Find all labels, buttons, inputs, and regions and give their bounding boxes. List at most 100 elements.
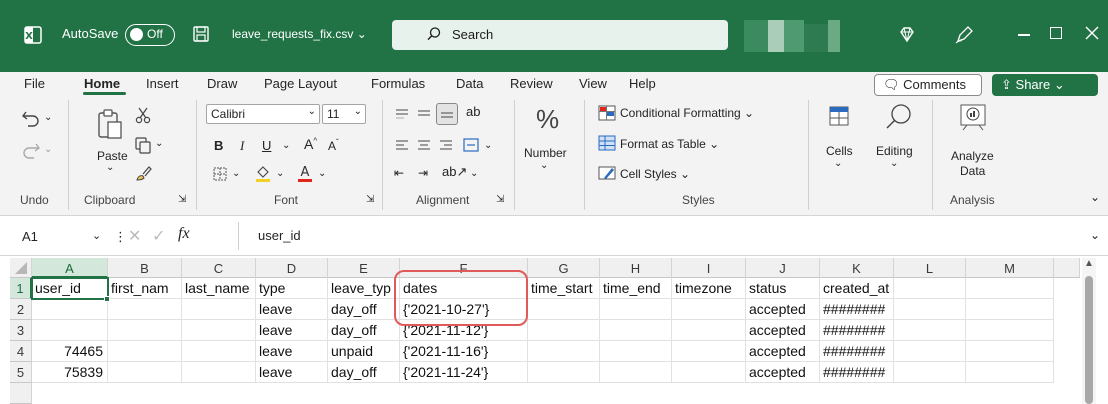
row-header[interactable]: 2 xyxy=(10,299,32,320)
tab-help[interactable]: Help xyxy=(629,76,656,91)
tab-data[interactable]: Data xyxy=(456,76,483,91)
table-cell[interactable]: type xyxy=(256,278,328,299)
align-right-icon[interactable] xyxy=(438,138,454,154)
table-cell[interactable] xyxy=(672,362,746,383)
table-cell[interactable]: 74465 xyxy=(32,341,108,362)
table-cell[interactable] xyxy=(108,299,182,320)
enter-icon[interactable]: ✓ xyxy=(152,226,165,246)
chevron-down-icon[interactable]: ⌄ xyxy=(540,160,548,171)
paste-label[interactable]: Paste xyxy=(97,149,128,163)
italic-icon[interactable]: I xyxy=(240,138,244,154)
table-cell[interactable]: leave xyxy=(256,341,328,362)
table-cell[interactable] xyxy=(894,320,966,341)
merge-center-icon[interactable] xyxy=(462,136,480,154)
table-cell[interactable]: ######## xyxy=(820,362,894,383)
format-as-table-button[interactable]: Format as Table ⌄ xyxy=(620,137,719,151)
formula-input[interactable]: user_id xyxy=(258,228,301,243)
column-header[interactable]: K xyxy=(820,258,894,278)
table-cell[interactable] xyxy=(894,362,966,383)
table-cell[interactable]: created_at xyxy=(820,278,894,299)
scroll-up-icon[interactable]: ▲ xyxy=(1084,258,1094,269)
table-cell[interactable]: day_off xyxy=(328,299,400,320)
table-cell[interactable]: status xyxy=(746,278,820,299)
wrap-text-icon[interactable]: ab xyxy=(466,104,480,119)
table-cell[interactable] xyxy=(182,299,256,320)
font-color-icon[interactable]: A xyxy=(296,164,314,184)
chevron-down-icon[interactable]: ⌄ xyxy=(276,168,284,179)
tab-review[interactable]: Review xyxy=(510,76,553,91)
increase-indent-icon[interactable]: ⇥ xyxy=(418,166,428,180)
column-header[interactable] xyxy=(1054,258,1080,278)
minimize-icon[interactable] xyxy=(1018,34,1030,36)
editing-label[interactable]: Editing xyxy=(876,144,913,158)
analyze-data-icon[interactable] xyxy=(958,102,988,132)
table-cell[interactable]: ######## xyxy=(820,299,894,320)
dialog-launcher-icon[interactable]: ⇲ xyxy=(366,194,374,205)
chevron-down-icon[interactable]: ⌄ xyxy=(318,168,326,179)
column-header[interactable]: M xyxy=(966,258,1054,278)
table-cell[interactable]: accepted xyxy=(746,320,820,341)
dialog-launcher-icon[interactable]: ⇲ xyxy=(178,194,186,205)
undo-icon[interactable] xyxy=(20,108,42,130)
row-header[interactable]: 1 xyxy=(10,278,32,299)
table-cell[interactable]: timezone xyxy=(672,278,746,299)
table-cell[interactable]: {'2021-11-16'} xyxy=(400,341,528,362)
chevron-down-icon[interactable]: ⌄ xyxy=(232,168,240,179)
format-painter-icon[interactable] xyxy=(134,164,152,182)
dialog-launcher-icon[interactable]: ⇲ xyxy=(496,194,504,205)
table-cell[interactable]: last_name xyxy=(182,278,256,299)
number-label[interactable]: Number xyxy=(524,146,567,160)
table-cell[interactable]: leave xyxy=(256,320,328,341)
table-cell[interactable] xyxy=(894,299,966,320)
table-cell[interactable] xyxy=(966,278,1054,299)
maximize-icon[interactable] xyxy=(1050,27,1062,39)
ribbon-collapse-icon[interactable]: ⌄ xyxy=(1090,190,1100,204)
table-cell[interactable] xyxy=(182,362,256,383)
table-cell[interactable] xyxy=(600,341,672,362)
fill-handle[interactable] xyxy=(104,296,110,302)
cells-label[interactable]: Cells xyxy=(826,144,853,158)
column-header[interactable]: H xyxy=(600,258,672,278)
insert-function-icon[interactable]: fx xyxy=(178,225,190,243)
pen-icon[interactable] xyxy=(954,25,974,45)
editing-search-icon[interactable] xyxy=(884,102,914,132)
table-cell[interactable] xyxy=(32,299,108,320)
cells-icon[interactable] xyxy=(828,104,850,128)
paste-icon[interactable] xyxy=(96,108,124,140)
tab-draw[interactable]: Draw xyxy=(207,76,237,91)
conditional-formatting-icon[interactable] xyxy=(598,104,616,122)
column-header[interactable]: D xyxy=(256,258,328,278)
vertical-scrollbar[interactable]: ▲ xyxy=(1082,258,1096,404)
row-header[interactable]: 4 xyxy=(10,341,32,362)
underline-icon[interactable]: U xyxy=(262,138,271,153)
align-center-icon[interactable] xyxy=(416,138,432,154)
table-cell[interactable]: day_off xyxy=(328,362,400,383)
table-cell[interactable]: leave xyxy=(256,362,328,383)
tab-page-layout[interactable]: Page Layout xyxy=(264,76,337,91)
table-cell[interactable] xyxy=(108,341,182,362)
table-cell[interactable] xyxy=(966,362,1054,383)
file-name[interactable]: leave_requests_fix.csv ⌄ xyxy=(232,27,367,41)
table-cell[interactable] xyxy=(32,320,108,341)
table-cell[interactable] xyxy=(108,320,182,341)
table-cell[interactable]: first_nam xyxy=(108,278,182,299)
tab-file[interactable]: File xyxy=(24,76,45,91)
table-cell[interactable]: time_start xyxy=(528,278,600,299)
table-cell[interactable] xyxy=(182,320,256,341)
align-bottom-icon[interactable] xyxy=(436,103,458,125)
tab-home[interactable]: Home xyxy=(84,76,120,91)
chevron-down-icon[interactable]: ⌄ xyxy=(890,158,898,169)
save-icon[interactable] xyxy=(192,25,210,43)
chevron-down-icon[interactable]: ⌄ xyxy=(155,138,163,149)
table-cell[interactable]: time_end xyxy=(600,278,672,299)
close-icon[interactable] xyxy=(1084,25,1100,41)
bold-icon[interactable]: B xyxy=(214,138,223,153)
analyze-data-label-2[interactable]: Data xyxy=(960,164,985,178)
name-box[interactable]: A1 ⌄ xyxy=(18,226,102,248)
row-header[interactable]: 5 xyxy=(10,362,32,383)
tab-view[interactable]: View xyxy=(579,76,607,91)
share-button[interactable]: ⇪ Share ⌄ xyxy=(992,74,1098,96)
increase-font-icon[interactable]: A^ xyxy=(304,136,317,152)
table-cell[interactable]: day_off xyxy=(328,320,400,341)
table-cell[interactable] xyxy=(528,362,600,383)
